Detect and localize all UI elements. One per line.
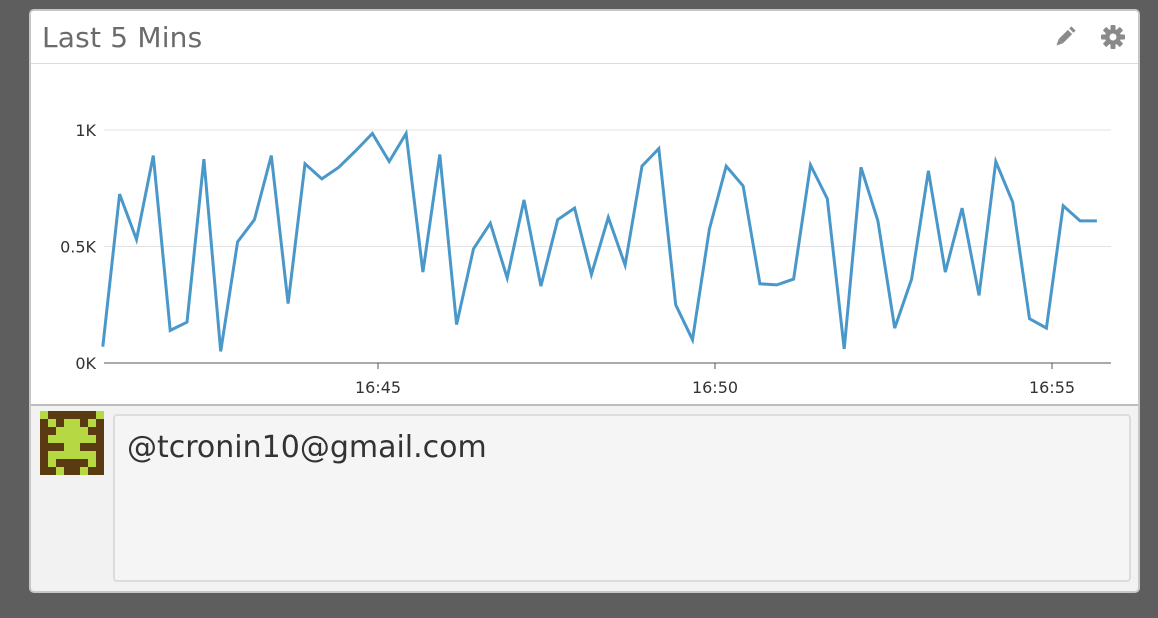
comment-text: @tcronin10@gmail.com — [127, 430, 487, 465]
y-axis: 0K 0.5K 1K — [60, 121, 96, 373]
x-tick-label: 16:45 — [355, 378, 401, 397]
avatar-pixel — [56, 435, 64, 443]
x-tick-label: 16:55 — [1029, 378, 1075, 397]
avatar-pixel — [80, 467, 88, 475]
y-tick-label: 0K — [75, 354, 96, 373]
avatar-pixel — [80, 427, 88, 435]
avatar-pixel — [56, 451, 64, 459]
avatar-pixel — [72, 451, 80, 459]
comment-area: @tcronin10@gmail.com — [31, 406, 1138, 591]
avatar — [40, 411, 104, 475]
pencil-icon[interactable] — [1051, 23, 1079, 51]
avatar-pixel — [96, 411, 104, 419]
chart-grid — [104, 129, 1111, 247]
y-tick-label: 0.5K — [60, 238, 96, 257]
widget-panel: Last 5 Mins 0K 0.5K 1K 16:45 16:50 16:55… — [29, 9, 1140, 593]
avatar-pixel — [88, 459, 96, 467]
widget-titlebar: Last 5 Mins — [31, 11, 1138, 64]
x-axis: 16:45 16:50 16:55 — [104, 362, 1111, 397]
avatar-pixel — [88, 419, 96, 427]
avatar-pixel — [72, 435, 80, 443]
avatar-pixel — [80, 435, 88, 443]
avatar-pixel — [40, 411, 48, 419]
avatar-pixel — [80, 451, 88, 459]
chart-series — [101, 128, 1097, 352]
avatar-pixel — [56, 467, 64, 475]
avatar-pixel — [88, 451, 96, 459]
avatar-pixel — [48, 459, 56, 467]
avatar-pixel — [64, 427, 72, 435]
avatar-pixel — [64, 419, 72, 427]
avatar-pixel — [72, 427, 80, 435]
x-tick-label: 16:50 — [692, 378, 738, 397]
comment-input[interactable]: @tcronin10@gmail.com — [113, 414, 1131, 582]
avatar-pixel — [48, 419, 56, 427]
avatar-pixel — [72, 419, 80, 427]
line-chart: 0K 0.5K 1K 16:45 16:50 16:55 — [60, 121, 1111, 397]
widget-title: Last 5 Mins — [42, 21, 203, 54]
avatar-pixel — [56, 427, 64, 435]
avatar-pixel — [72, 443, 80, 451]
avatar-pixel — [64, 443, 72, 451]
avatar-pixel — [64, 451, 72, 459]
avatar-pixel — [48, 435, 56, 443]
avatar-pixel — [88, 435, 96, 443]
gear-icon[interactable] — [1099, 23, 1127, 51]
avatar-pixel — [48, 451, 56, 459]
timeseries-widget: Last 5 Mins 0K 0.5K 1K 16:45 16:50 16:55 — [31, 11, 1138, 406]
y-tick-label: 1K — [75, 121, 96, 140]
series-line — [101, 128, 1097, 352]
avatar-pixel — [64, 435, 72, 443]
